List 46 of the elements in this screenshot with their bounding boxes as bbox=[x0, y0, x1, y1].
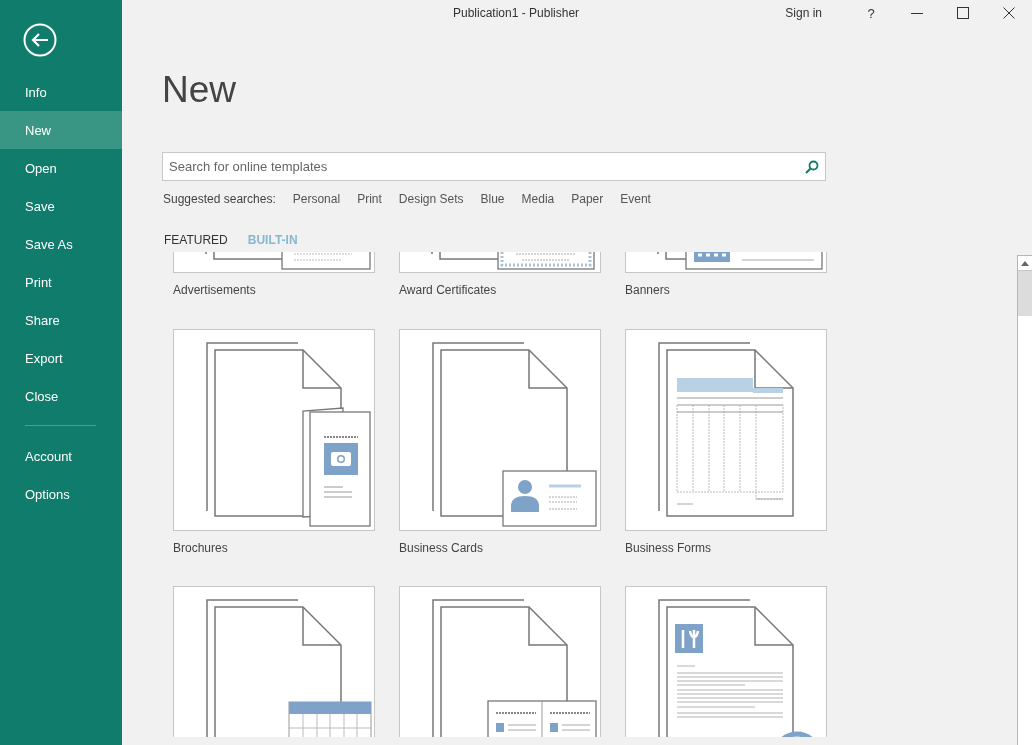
suggested-search-link[interactable]: Blue bbox=[480, 192, 505, 206]
sidebar-item[interactable]: Save As bbox=[0, 225, 122, 263]
search-icon[interactable] bbox=[805, 160, 819, 174]
help-button[interactable]: ? bbox=[848, 0, 894, 26]
template-thumbnail[interactable] bbox=[625, 329, 827, 531]
sidebar-item[interactable]: New bbox=[0, 111, 122, 149]
scrollbar-thumb[interactable] bbox=[1018, 271, 1032, 316]
scroll-up-icon[interactable] bbox=[1021, 260, 1029, 266]
template-thumbnail[interactable] bbox=[173, 586, 375, 737]
close-icon[interactable] bbox=[1003, 7, 1015, 19]
tab[interactable]: FEATURED bbox=[164, 231, 228, 249]
template-label: Banners bbox=[625, 283, 670, 297]
suggested-search-link[interactable]: Media bbox=[521, 192, 555, 206]
template-label: Advertisements bbox=[173, 283, 256, 297]
suggested-search-link[interactable]: Design Sets bbox=[398, 192, 464, 206]
template-thumbnail[interactable] bbox=[399, 329, 601, 531]
scrollbar[interactable] bbox=[1017, 255, 1032, 745]
template-thumbnail[interactable] bbox=[399, 586, 601, 737]
maximize-icon[interactable] bbox=[957, 7, 969, 19]
suggested-search-link[interactable]: Event bbox=[620, 192, 651, 206]
window-title: Publication1 - Publisher bbox=[453, 6, 580, 20]
search-field[interactable]: Search for online templates bbox=[162, 152, 826, 181]
suggested-search-link[interactable]: Paper bbox=[571, 192, 604, 206]
template-label: Business Forms bbox=[625, 541, 712, 555]
sidebar-item[interactable]: Export bbox=[0, 339, 122, 377]
template-thumbnail[interactable] bbox=[625, 252, 827, 273]
sidebar-item[interactable]: Save bbox=[0, 187, 122, 225]
sidebar-item[interactable]: Share bbox=[0, 301, 122, 339]
suggested-search-link[interactable]: Personal bbox=[292, 192, 341, 206]
sidebar-item[interactable]: Info bbox=[0, 73, 122, 111]
template-thumbnail[interactable] bbox=[399, 252, 601, 273]
sidebar-item[interactable]: Print bbox=[0, 263, 122, 301]
sidebar-item[interactable]: Options bbox=[0, 475, 122, 513]
template-thumbnail[interactable] bbox=[173, 252, 375, 273]
template-thumbnail[interactable] bbox=[625, 586, 827, 737]
suggested-searches-label: Suggested searches: bbox=[163, 192, 276, 206]
suggested-search-link[interactable]: Print bbox=[357, 192, 382, 206]
sign-in-link[interactable]: Sign in bbox=[777, 0, 830, 26]
template-thumbnail[interactable] bbox=[173, 329, 375, 531]
template-label: Award Certificates bbox=[399, 283, 497, 297]
template-label: Business Cards bbox=[399, 541, 484, 555]
sidebar-item[interactable]: Open bbox=[0, 149, 122, 187]
sidebar-item[interactable]: Close bbox=[0, 377, 122, 415]
page-heading: New bbox=[162, 68, 238, 112]
sidebar-item[interactable]: Account bbox=[0, 437, 122, 475]
template-label: Brochures bbox=[173, 541, 228, 555]
